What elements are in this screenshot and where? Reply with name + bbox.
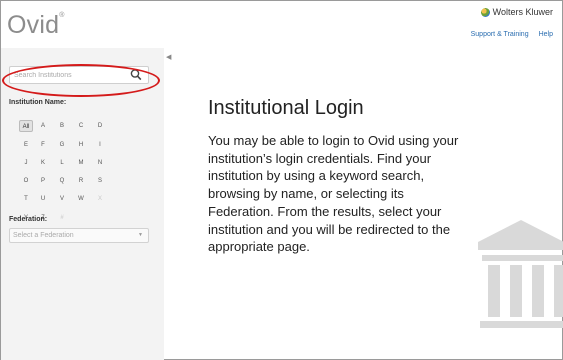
letter-filter-g[interactable]: G xyxy=(55,139,69,151)
letter-filter-v[interactable]: V xyxy=(55,193,69,205)
letter-filter-r[interactable]: R xyxy=(74,175,88,187)
search-highlight-annotation xyxy=(2,64,160,97)
letter-filter-e[interactable]: E xyxy=(19,139,33,151)
top-links: Support & Training Help xyxy=(471,31,553,38)
letter-filter-s[interactable]: S xyxy=(93,175,107,187)
institution-name-label: Institution Name: xyxy=(9,99,67,106)
letter-filter-t[interactable]: T xyxy=(19,193,33,205)
letter-filter-j[interactable]: J xyxy=(19,157,33,169)
federation-select[interactable]: Select a Federation ▼ xyxy=(9,228,149,243)
federation-select-value: Select a Federation xyxy=(13,232,74,239)
header: Ovid® Wolters Kluwer Support & Training … xyxy=(1,1,562,48)
letter-filter-h[interactable]: H xyxy=(74,139,88,151)
letter-filter-l[interactable]: L xyxy=(55,157,69,169)
letter-filter-a[interactable]: A xyxy=(36,120,50,132)
federation-label: Federation: xyxy=(9,216,48,223)
letter-filter-k[interactable]: K xyxy=(36,157,50,169)
logo-text: Ovid xyxy=(7,11,60,39)
collapse-sidebar-icon[interactable]: ◀ xyxy=(166,53,171,61)
letter-filter-n[interactable]: N xyxy=(93,157,107,169)
letter-filter-q[interactable]: Q xyxy=(55,175,69,187)
letter-filter-number: # xyxy=(60,215,64,221)
letter-filter-c[interactable]: C xyxy=(74,120,88,132)
letter-filter-w[interactable]: W xyxy=(74,193,88,205)
letter-filter-u[interactable]: U xyxy=(36,193,50,205)
letter-filter-all[interactable]: All xyxy=(19,120,33,132)
logo-registered-mark: ® xyxy=(59,11,65,19)
support-training-link[interactable]: Support & Training xyxy=(471,31,529,38)
chevron-down-icon: ▼ xyxy=(138,232,143,238)
letter-filter-m[interactable]: M xyxy=(74,157,88,169)
letter-filter-d[interactable]: D xyxy=(93,120,107,132)
letter-filter-b[interactable]: B xyxy=(55,120,69,132)
page-title: Institutional Login xyxy=(208,97,364,119)
letter-filter-x: X xyxy=(97,196,102,202)
letter-filter-p[interactable]: P xyxy=(36,175,50,187)
brand-name: Wolters Kluwer xyxy=(492,7,553,17)
letter-filter-o[interactable]: O xyxy=(19,175,33,187)
ovid-logo[interactable]: Ovid® xyxy=(7,11,65,40)
letter-filter-f[interactable]: F xyxy=(36,139,50,151)
help-link[interactable]: Help xyxy=(539,31,553,38)
institution-building-icon xyxy=(478,220,563,328)
letter-filter-i[interactable]: I xyxy=(93,139,107,151)
wolters-kluwer-logo-icon xyxy=(480,7,490,17)
wolters-kluwer-brand[interactable]: Wolters Kluwer xyxy=(480,7,553,17)
instructions-text: You may be able to login to Ovid using y… xyxy=(208,133,459,255)
